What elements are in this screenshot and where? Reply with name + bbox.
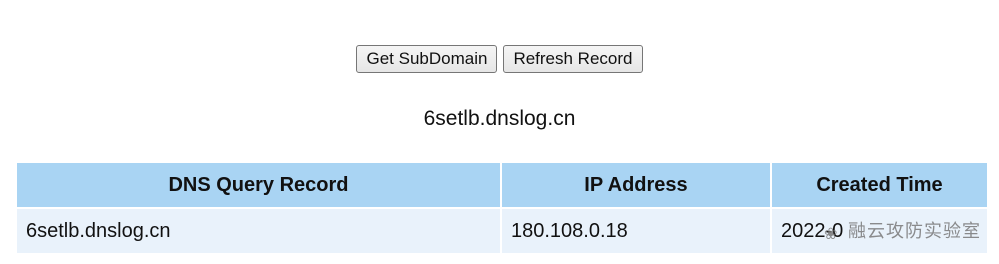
header-dns-query-record: DNS Query Record	[17, 163, 502, 208]
subdomain-text: 6setlb.dnslog.cn	[423, 107, 576, 130]
table-row: 6setlb.dnslog.cn 180.108.0.18 2022-0 ❀ 融云…	[17, 207, 987, 253]
watermark: ❀ 融云攻防实验室	[824, 217, 981, 243]
button-row: Get SubDomain Refresh Record	[0, 45, 999, 73]
header-created-time: Created Time	[771, 163, 987, 208]
dnslog-page: Get SubDomain Refresh Record 6setlb.dnsl…	[0, 0, 999, 264]
get-subdomain-button[interactable]: Get SubDomain	[356, 45, 498, 73]
dns-record-table: DNS Query Record IP Address Created Time…	[17, 163, 987, 253]
cell-created-time: 2022-0 ❀ 融云攻防实验室	[771, 207, 987, 253]
header-ip-address: IP Address	[501, 163, 772, 208]
cell-dns-query-record: 6setlb.dnslog.cn	[17, 207, 502, 253]
cell-ip-address: 180.108.0.18	[501, 207, 772, 253]
wechat-icon: ❀	[824, 226, 839, 243]
refresh-record-button[interactable]: Refresh Record	[503, 45, 643, 73]
table-header-row: DNS Query Record IP Address Created Time	[17, 163, 987, 208]
watermark-text: 融云攻防实验室	[848, 221, 981, 241]
